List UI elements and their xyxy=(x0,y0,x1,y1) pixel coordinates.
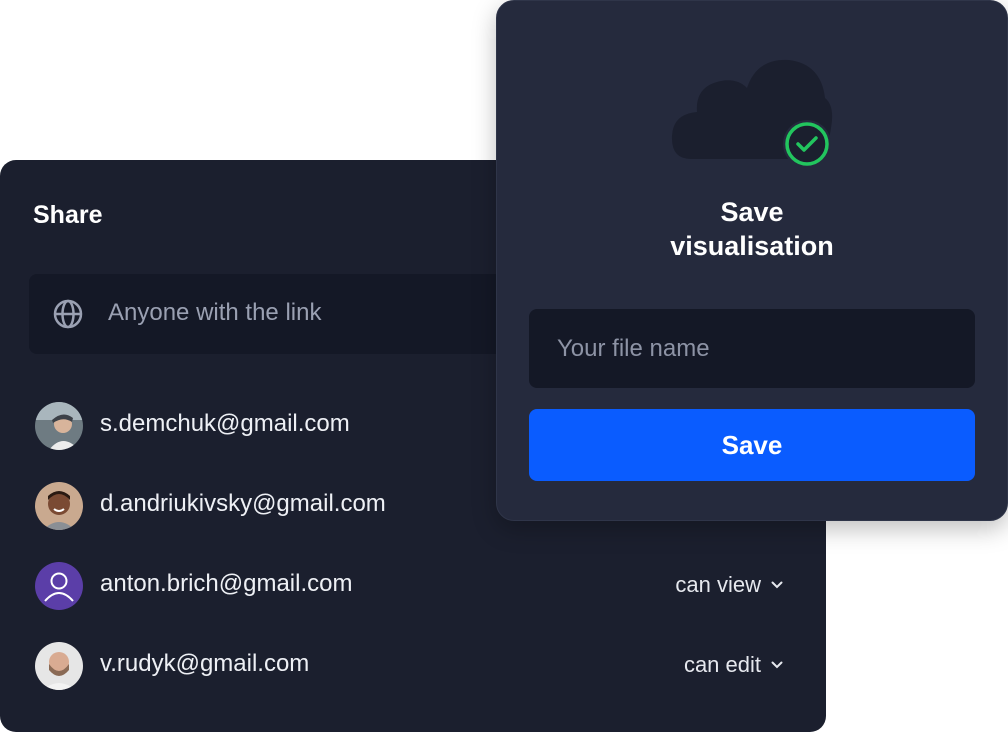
globe-icon xyxy=(53,299,83,329)
save-dialog: Save visualisation Save xyxy=(496,0,1008,521)
permission-dropdown[interactable]: can view xyxy=(675,572,783,598)
permission-label: can view xyxy=(675,572,761,597)
user-row: anton.brich@gmail.com can view xyxy=(35,562,795,612)
avatar xyxy=(35,642,83,690)
permission-label: can edit xyxy=(683,652,761,677)
cloud-icon xyxy=(671,59,833,168)
avatar xyxy=(35,402,83,450)
user-email: s.demchuk@gmail.com xyxy=(100,410,350,437)
user-icon xyxy=(35,562,83,610)
link-access-label: Anyone with the link xyxy=(108,299,322,326)
user-row: v.rudyk@gmail.com can edit xyxy=(35,642,795,692)
share-title: Share xyxy=(33,201,103,229)
user-email: v.rudyk@gmail.com xyxy=(100,650,310,677)
user-email: anton.brich@gmail.com xyxy=(100,570,353,597)
file-name-input[interactable] xyxy=(529,309,975,388)
user-email: d.andriukivsky@gmail.com xyxy=(100,490,386,517)
title-line-2: visualisation xyxy=(670,231,834,261)
save-dialog-title: Save visualisation xyxy=(497,195,1007,263)
permission-dropdown[interactable]: can edit xyxy=(684,652,783,678)
chevron-down-icon xyxy=(771,661,783,669)
check-circle-icon xyxy=(783,120,831,168)
avatar xyxy=(35,482,83,530)
title-line-1: Save xyxy=(720,197,784,227)
chevron-down-icon xyxy=(771,581,783,589)
save-button[interactable]: Save xyxy=(529,409,975,481)
